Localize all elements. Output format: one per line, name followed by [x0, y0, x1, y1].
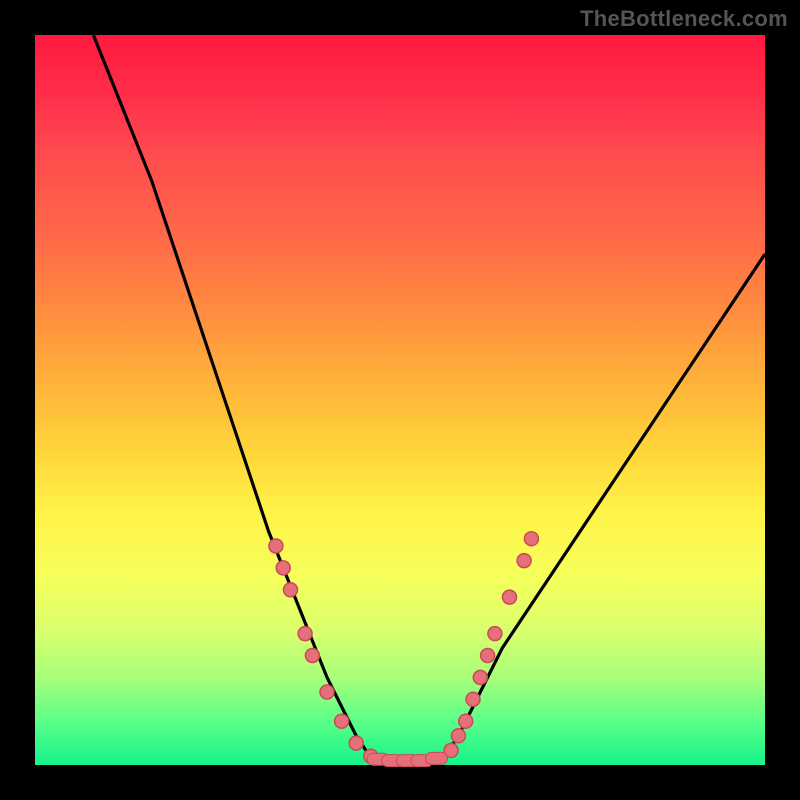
data-marker [459, 714, 473, 728]
data-marker [349, 736, 363, 750]
data-marker [503, 590, 517, 604]
data-marker [451, 729, 465, 743]
data-marker [481, 649, 495, 663]
data-marker [335, 714, 349, 728]
watermark-text: TheBottleneck.com [580, 6, 788, 32]
data-marker [276, 561, 290, 575]
chart-stage: TheBottleneck.com [0, 0, 800, 800]
chart-svg [35, 35, 765, 765]
marker-group [269, 532, 539, 767]
data-marker [320, 685, 334, 699]
data-marker [305, 649, 319, 663]
curve-left [93, 35, 370, 758]
data-marker [269, 539, 283, 553]
data-marker [466, 692, 480, 706]
data-marker [524, 532, 538, 546]
plot-area [35, 35, 765, 765]
data-marker [426, 752, 448, 764]
data-marker [517, 554, 531, 568]
data-marker [473, 670, 487, 684]
data-marker [488, 627, 502, 641]
data-marker [284, 583, 298, 597]
curve-right [444, 254, 765, 758]
data-marker [298, 627, 312, 641]
curve-group [93, 35, 765, 761]
